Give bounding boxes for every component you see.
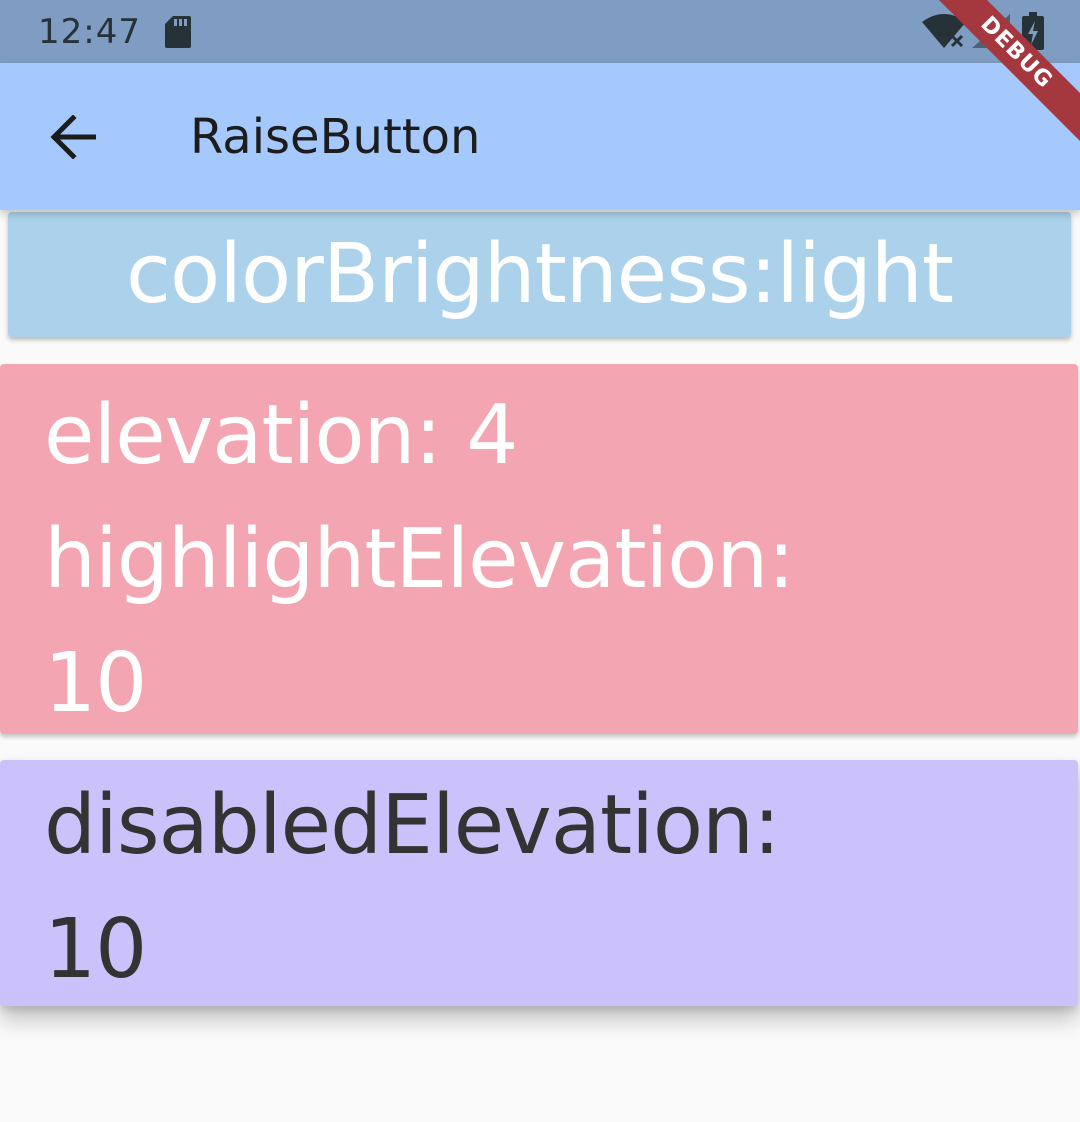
signal-icon: [972, 14, 1010, 48]
color-brightness-button-label: colorBrightness:light: [125, 227, 954, 322]
disabled-elevation-button-label: disabledElevation: 10: [44, 764, 1024, 1012]
disabled-elevation-button[interactable]: disabledElevation: 10: [0, 760, 1078, 1006]
battery-charging-icon: [1022, 12, 1044, 50]
color-brightness-button[interactable]: colorBrightness:light: [8, 212, 1071, 337]
back-button[interactable]: [30, 93, 118, 181]
highlight-elevation-value-line: 10: [44, 636, 147, 731]
arrow-left-icon: [50, 115, 96, 159]
page-title: RaiseButton: [190, 109, 481, 165]
app-bar: RaiseButton: [0, 63, 1080, 210]
highlight-elevation-label-line: highlightElevation:: [44, 512, 795, 607]
wifi-off-icon: [922, 14, 966, 48]
status-bar: 12:47: [0, 0, 1080, 63]
elevation-label-line: elevation: 4: [44, 388, 518, 483]
disabled-elevation-value-line: 10: [44, 902, 147, 997]
disabled-elevation-label-line: disabledElevation:: [44, 778, 781, 873]
elevation-button[interactable]: elevation: 4 highlightElevation: 10: [0, 364, 1078, 734]
status-time: 12:47: [38, 12, 141, 52]
screen: 12:47 RaiseButton DEBUG colorBrightness:…: [0, 0, 1080, 1122]
elevation-button-label: elevation: 4 highlightElevation: 10: [44, 374, 1024, 746]
sd-card-icon: [165, 16, 191, 48]
